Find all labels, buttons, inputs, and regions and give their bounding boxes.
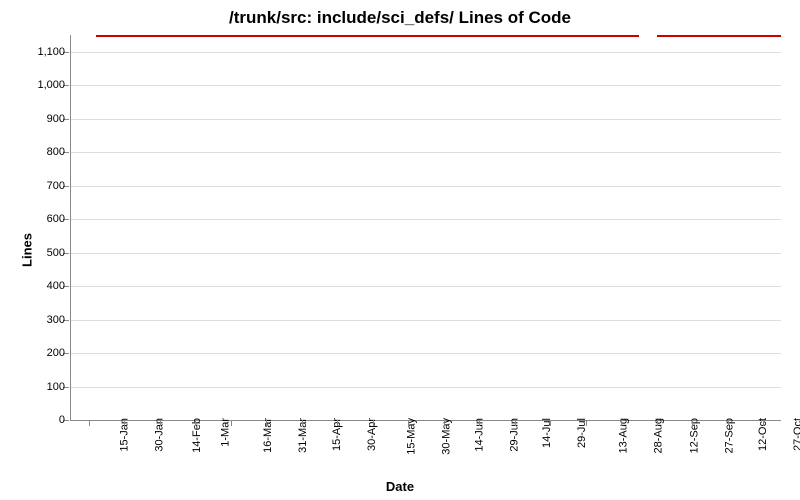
data-series-line (96, 35, 639, 37)
x-tick (160, 420, 161, 426)
gridline (71, 119, 781, 120)
x-tick-label: 12-Sep (688, 418, 700, 453)
gridline (71, 85, 781, 86)
x-tick-label: 27-Sep (724, 418, 736, 453)
x-tick-label: 15-May (405, 418, 417, 455)
y-tick-label: 1,100 (37, 46, 65, 58)
y-tick-label: 600 (47, 213, 65, 225)
data-series-line (657, 35, 781, 37)
x-tick-label: 27-Oct (792, 418, 800, 451)
x-tick (408, 420, 409, 426)
y-tick-label: 700 (47, 180, 65, 192)
x-tick (515, 420, 516, 426)
y-tick-label: 900 (47, 113, 65, 125)
gridline (71, 353, 781, 354)
x-tick-label: 13-Aug (617, 418, 629, 453)
gridline (71, 253, 781, 254)
gridline (71, 219, 781, 220)
x-tick-label: 16-Mar (262, 418, 274, 453)
x-tick (550, 420, 551, 426)
gridline (71, 387, 781, 388)
x-tick (657, 420, 658, 426)
x-tick (302, 420, 303, 426)
gridline (71, 52, 781, 53)
x-tick (621, 420, 622, 426)
y-tick-label: 0 (59, 414, 65, 426)
plot-area: 01002003004005006007008009001,0001,10015… (70, 35, 781, 421)
x-tick (195, 420, 196, 426)
x-tick-label: 30-May (441, 418, 453, 455)
x-tick (586, 420, 587, 426)
x-tick (728, 420, 729, 426)
y-tick-label: 800 (47, 146, 65, 158)
y-axis-label: Lines (19, 233, 34, 267)
x-tick (89, 420, 90, 426)
x-tick (337, 420, 338, 426)
chart-container: /trunk/src: include/sci_defs/ Lines of C… (0, 0, 800, 500)
x-tick (692, 420, 693, 426)
x-tick (266, 420, 267, 426)
y-tick-label: 100 (47, 381, 65, 393)
x-tick-label: 28-Aug (653, 418, 665, 453)
x-tick (231, 420, 232, 426)
x-tick (444, 420, 445, 426)
x-tick-label: 31-Mar (297, 418, 309, 453)
gridline (71, 152, 781, 153)
x-tick (373, 420, 374, 426)
x-tick-label: 14-Feb (191, 418, 203, 453)
gridline (71, 286, 781, 287)
y-tick-label: 200 (47, 347, 65, 359)
gridline (71, 186, 781, 187)
x-tick (763, 420, 764, 426)
x-tick (124, 420, 125, 426)
y-tick-label: 1,000 (37, 79, 65, 91)
gridline (71, 320, 781, 321)
chart-title: /trunk/src: include/sci_defs/ Lines of C… (0, 8, 800, 28)
y-tick-label: 300 (47, 314, 65, 326)
y-tick-label: 400 (47, 280, 65, 292)
x-axis-label: Date (0, 479, 800, 494)
x-tick (479, 420, 480, 426)
y-tick-label: 500 (47, 247, 65, 259)
